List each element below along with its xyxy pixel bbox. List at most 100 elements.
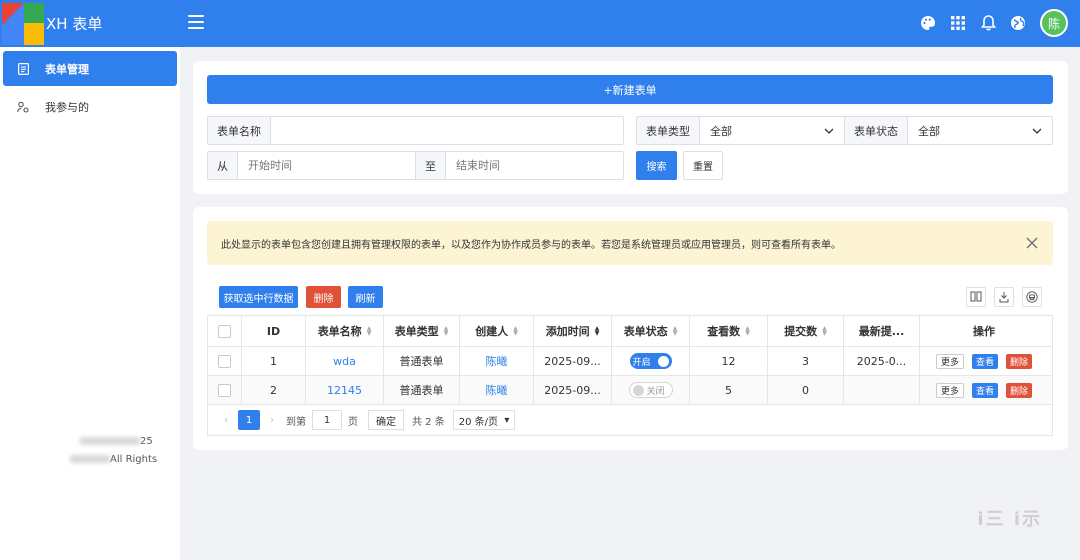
pagination: ‹ 1 › 到第 1 页 确定 共 2 条 20 条/页 ▾ [208,405,1052,435]
footer-line1: 25 [140,436,153,447]
menu-toggle-icon[interactable] [188,15,204,29]
column-header: 最新提... [844,316,920,346]
alert-text: 此处显示的表单包含您创建且拥有管理权限的表单，以及您作为协作成员参与的表单。若您… [221,239,841,251]
participants-icon [17,101,29,113]
goto-page-input[interactable]: 1 [312,410,342,430]
columns-filter-icon[interactable] [966,287,986,307]
form-type-select[interactable]: 全部 [700,117,844,144]
column-header[interactable]: 创建人 ▲ ▼ [460,316,534,346]
page-size-select[interactable]: 20 条/页 ▾ [452,410,516,430]
form-status-select[interactable]: 全部 [908,117,1052,144]
blurred-text [70,455,110,463]
refresh-button[interactable]: 刷新 [348,286,383,308]
page-unit-label: 页 [348,416,358,428]
latest-cell [844,376,920,404]
app-logo [2,2,44,45]
sort-icon[interactable]: ▲ ▼ [367,326,372,337]
status-toggle-label: 开启 [632,357,651,368]
creator-link[interactable]: 陈曦 [486,382,508,398]
sort-icon[interactable]: ▲ ▼ [595,326,600,337]
column-header[interactable]: 表单状态 ▲ ▼ [612,316,690,346]
forms-table: ID 表单名称 ▲ ▼ 表单类型 ▲ ▼ 创建人 ▲ ▼ 添加时间 ▲ ▼ 表单状态 ▲ ▼ 查看数… [207,315,1053,436]
view-button[interactable]: 查看 [971,353,998,369]
total-count: 共 2 条 [412,416,445,428]
status-toggle[interactable]: 关闭 [628,382,673,398]
sidebar-footer: 25 All Rights [0,433,180,469]
table-row: 2 12145 普通表单 陈曦 2025-09... 关闭 5 0 更多 查看 … [208,376,1052,405]
palette-icon[interactable] [920,15,936,31]
sidebar-item-label: 表单管理 [45,62,89,76]
select-all-checkbox[interactable] [218,324,231,338]
creator-link[interactable]: 陈曦 [486,353,508,369]
top-header: XH 表单 陈 [0,0,1080,47]
column-header: ID [242,316,306,346]
status-toggle-label: 关闭 [646,386,665,397]
prev-page-icon[interactable]: ‹ [218,415,234,426]
row-checkbox[interactable] [218,383,231,397]
more-button[interactable]: 更多 [935,382,964,398]
form-name-link[interactable]: wda [333,355,356,368]
sort-icon[interactable]: ▲ ▼ [822,326,827,337]
form-name-link[interactable]: 12145 [327,384,362,397]
delete-selected-button[interactable]: 删除 [306,286,341,308]
sidebar-item-form-management[interactable]: 表单管理 [3,51,177,86]
select-all-cell [208,316,242,346]
column-header: 操作 [973,325,995,338]
chevron-down-icon [824,128,834,134]
id-cell: 1 [242,347,306,375]
form-name-input[interactable] [271,117,623,144]
sort-icon[interactable]: ▲ ▼ [673,326,678,337]
added-time-cell: 2025-09... [534,347,612,375]
type-status-filter: 表单类型 全部 表单状态 全部 [636,116,1053,145]
close-icon[interactable] [1023,234,1041,252]
form-type-cell: 普通表单 [384,376,460,404]
reset-button[interactable]: 重置 [683,151,723,180]
column-header[interactable]: 提交数 ▲ ▼ [768,316,844,346]
avatar[interactable]: 陈 [1040,9,1068,37]
current-page-button[interactable]: 1 [238,410,260,430]
get-selected-rows-button[interactable]: 获取选中行数据 [219,286,298,308]
next-page-icon[interactable]: › [264,415,280,426]
sort-icon[interactable]: ▲ ▼ [513,326,518,337]
id-cell: 2 [242,376,306,404]
goto-label: 到第 [286,416,306,428]
print-icon[interactable] [1022,287,1042,307]
start-time-input[interactable] [238,152,415,179]
column-header[interactable]: 查看数 ▲ ▼ [690,316,768,346]
new-form-button[interactable]: +新建表单 [207,75,1053,104]
column-header[interactable]: 添加时间 ▲ ▼ [534,316,612,346]
row-delete-button[interactable]: 删除 [1006,353,1033,369]
sort-icon[interactable]: ▲ ▼ [745,326,750,337]
search-button[interactable]: 搜索 [636,151,677,180]
blurred-text [80,437,140,445]
form-status-label: 表单状态 [844,117,908,144]
sort-icon[interactable]: ▲ ▼ [444,326,449,337]
row-checkbox[interactable] [218,354,231,368]
globe-icon[interactable] [1010,15,1026,31]
apps-grid-icon[interactable] [950,15,966,31]
views-cell: 12 [690,347,768,375]
export-icon[interactable] [994,287,1014,307]
end-time-input[interactable] [446,152,623,179]
app-brand: XH 表单 [46,15,103,33]
filter-card: +新建表单 表单名称 表单类型 全部 表单状态 全部 从 至 搜索 重置 [193,61,1068,194]
sidebar-item-participated[interactable]: 我参与的 [3,89,177,124]
from-label: 从 [208,152,238,179]
column-header[interactable]: 表单类型 ▲ ▼ [384,316,460,346]
submits-cell: 0 [768,376,844,404]
bell-icon[interactable] [980,15,996,31]
footer-line2: All Rights [110,454,158,465]
form-name-label: 表单名称 [208,117,271,144]
view-button[interactable]: 查看 [971,382,998,398]
sidebar: 表单管理 我参与的 25 All Rights [0,47,180,560]
status-toggle[interactable]: 开启 [629,353,672,369]
form-name-filter: 表单名称 [207,116,624,145]
sidebar-item-label: 我参与的 [45,100,89,114]
latest-cell: 2025-0... [844,347,920,375]
row-delete-button[interactable]: 删除 [1006,382,1033,398]
more-button[interactable]: 更多 [935,353,964,369]
goto-confirm-button[interactable]: 确定 [368,410,404,430]
form-type-value: 全部 [710,124,732,138]
column-header[interactable]: 表单名称 ▲ ▼ [306,316,384,346]
info-alert: 此处显示的表单包含您创建且拥有管理权限的表单，以及您作为协作成员参与的表单。若您… [207,221,1053,265]
